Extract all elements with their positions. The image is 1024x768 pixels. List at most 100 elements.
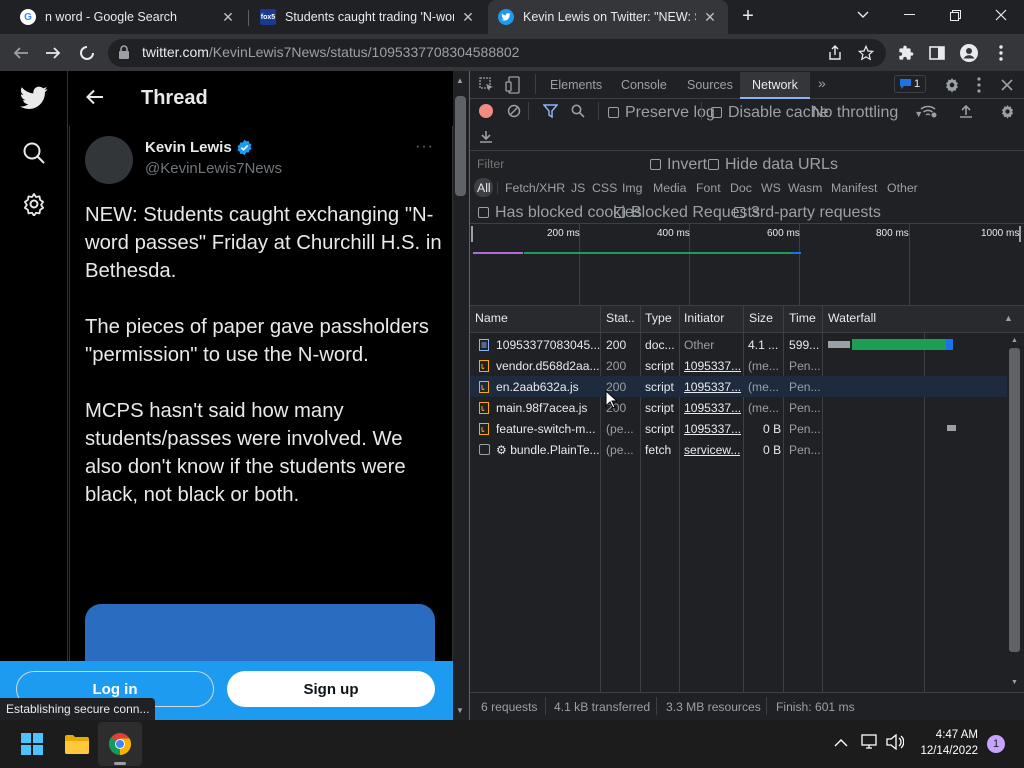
filter-other[interactable]: Other: [887, 181, 918, 195]
preserve-log-checkbox[interactable]: [608, 107, 619, 119]
start-button[interactable]: [21, 733, 43, 760]
request-initiator-link[interactable]: 1095337...: [684, 422, 741, 436]
forward-button[interactable]: [40, 40, 66, 66]
inspect-element-icon[interactable]: [479, 77, 495, 98]
disable-cache-checkbox[interactable]: [711, 107, 722, 119]
more-tabs-icon[interactable]: »: [818, 75, 826, 91]
blocked-requests-checkbox[interactable]: [614, 207, 625, 219]
hide-data-urls-option[interactable]: Hide data URLs: [708, 156, 838, 174]
table-row[interactable]: vendor.d568d2aa... 200 script 1095337...…: [470, 355, 1007, 376]
tab-network[interactable]: Network: [752, 74, 798, 96]
filter-font[interactable]: Font: [696, 181, 721, 195]
device-toolbar-icon[interactable]: [505, 76, 521, 99]
close-tab-icon[interactable]: ✕: [460, 9, 476, 26]
import-har-icon[interactable]: [959, 104, 973, 123]
clock-time[interactable]: 4:47 AM: [912, 729, 978, 741]
request-initiator-link[interactable]: 1095337...: [684, 359, 741, 373]
settings-button[interactable]: [18, 188, 50, 220]
filter-all[interactable]: All: [477, 181, 491, 195]
close-tab-icon[interactable]: ✕: [702, 9, 718, 26]
tab-sources[interactable]: Sources: [687, 74, 733, 96]
close-devtools-icon[interactable]: [1001, 78, 1013, 96]
table-row[interactable]: en.2aab632a.js 200 script 1095337... (me…: [470, 376, 1007, 397]
tab-search-button[interactable]: [840, 0, 886, 30]
back-button[interactable]: [8, 40, 34, 66]
col-name[interactable]: Name: [475, 311, 508, 329]
has-blocked-cookies-checkbox[interactable]: [478, 207, 489, 219]
profile-button[interactable]: [956, 40, 982, 66]
invert-option[interactable]: Invert: [650, 156, 707, 174]
bookmark-button[interactable]: [853, 40, 879, 66]
page-scrollbar-thumb[interactable]: [455, 96, 466, 196]
tab-twitter[interactable]: Kevin Lewis on Twitter: "NEW: Stu ✕: [488, 0, 728, 34]
col-waterfall[interactable]: Waterfall: [828, 311, 876, 329]
network-conditions-icon[interactable]: [920, 104, 938, 123]
search-button[interactable]: [571, 104, 585, 123]
tab-elements[interactable]: Elements: [550, 74, 602, 96]
filter-media[interactable]: Media: [653, 181, 687, 195]
more-options-icon[interactable]: ···: [415, 138, 434, 156]
back-arrow-button[interactable]: [84, 86, 106, 113]
record-button[interactable]: [479, 104, 493, 118]
scroll-down-icon[interactable]: ▼: [1011, 679, 1018, 686]
filter-js[interactable]: JS: [571, 181, 585, 195]
stop-loading-button[interactable]: [74, 40, 100, 66]
close-tab-icon[interactable]: ✕: [220, 9, 236, 26]
table-row[interactable]: main.98f7acea.js 200 script 1095337... (…: [470, 397, 1007, 418]
network-tray-icon[interactable]: [861, 734, 879, 755]
filter-toggle[interactable]: [542, 104, 559, 123]
notification-badge[interactable]: 1: [987, 735, 1005, 753]
avatar[interactable]: [85, 136, 133, 184]
url-text[interactable]: twitter.com/KevinLewis7News/status/10953…: [142, 44, 519, 60]
table-row[interactable]: 10953377083045... 200 doc... Other 4.1 .…: [470, 334, 1007, 355]
author-name-row[interactable]: Kevin Lewis: [145, 139, 253, 156]
explore-button[interactable]: [18, 137, 50, 169]
table-row[interactable]: ⚙ bundle.PlainTe... (pe... fetch service…: [470, 439, 1007, 460]
request-initiator-link[interactable]: 1095337...: [684, 401, 741, 415]
side-panel-button[interactable]: [924, 40, 950, 66]
filter-manifest[interactable]: Manifest: [831, 181, 877, 195]
filter-input[interactable]: [474, 154, 636, 174]
col-time[interactable]: Time: [789, 311, 816, 329]
tweet-media-card[interactable]: [85, 604, 435, 664]
clear-button[interactable]: [507, 104, 521, 123]
col-initiator[interactable]: Initiator: [684, 311, 724, 329]
browser-menu-button[interactable]: [988, 40, 1014, 66]
request-initiator-link[interactable]: servicew...: [684, 443, 740, 457]
invert-checkbox[interactable]: [650, 159, 661, 171]
filter-img[interactable]: Img: [622, 181, 643, 195]
twitter-logo-icon[interactable]: [18, 82, 50, 114]
filter-ws[interactable]: WS: [761, 181, 781, 195]
table-row[interactable]: feature-switch-m... (pe... script 109533…: [470, 418, 1007, 439]
volume-tray-icon[interactable]: [886, 733, 905, 755]
col-size[interactable]: Size: [749, 311, 773, 329]
issues-button[interactable]: 1: [894, 75, 926, 93]
lock-icon[interactable]: [118, 45, 130, 64]
col-type[interactable]: Type: [645, 311, 672, 329]
author-handle[interactable]: @KevinLewis7News: [145, 160, 282, 177]
request-initiator-link[interactable]: 1095337...: [684, 380, 741, 394]
preserve-log-option[interactable]: Preserve log: [608, 104, 715, 122]
throttling-select[interactable]: No throttling ▼: [812, 104, 923, 122]
col-status[interactable]: Stat..: [606, 311, 635, 329]
signup-button[interactable]: Sign up: [227, 671, 435, 707]
third-party-checkbox[interactable]: [734, 207, 745, 219]
tab-console[interactable]: Console: [621, 74, 667, 96]
scroll-up-icon[interactable]: ▲: [1011, 337, 1018, 344]
close-window-button[interactable]: [978, 0, 1024, 30]
chrome-taskbar-button[interactable]: [98, 722, 142, 766]
network-settings-icon[interactable]: [1000, 104, 1015, 124]
third-party-option[interactable]: 3rd-party requests: [734, 204, 881, 222]
new-tab-button[interactable]: +: [736, 6, 760, 28]
show-hidden-icons-button[interactable]: [834, 735, 848, 753]
devtools-settings-icon[interactable]: [944, 77, 960, 98]
disable-cache-option[interactable]: Disable cache: [711, 104, 829, 122]
filter-wasm[interactable]: Wasm: [788, 181, 822, 195]
table-scrollbar-thumb[interactable]: [1009, 348, 1020, 652]
hide-data-urls-checkbox[interactable]: [708, 159, 719, 171]
devtools-menu-icon[interactable]: [977, 77, 981, 98]
file-explorer-button[interactable]: [65, 734, 89, 759]
tab-students-article[interactable]: fox5 Students caught trading 'N-word ✕: [250, 0, 486, 34]
share-button[interactable]: [822, 40, 848, 66]
scroll-up-icon[interactable]: ▲: [456, 76, 465, 85]
